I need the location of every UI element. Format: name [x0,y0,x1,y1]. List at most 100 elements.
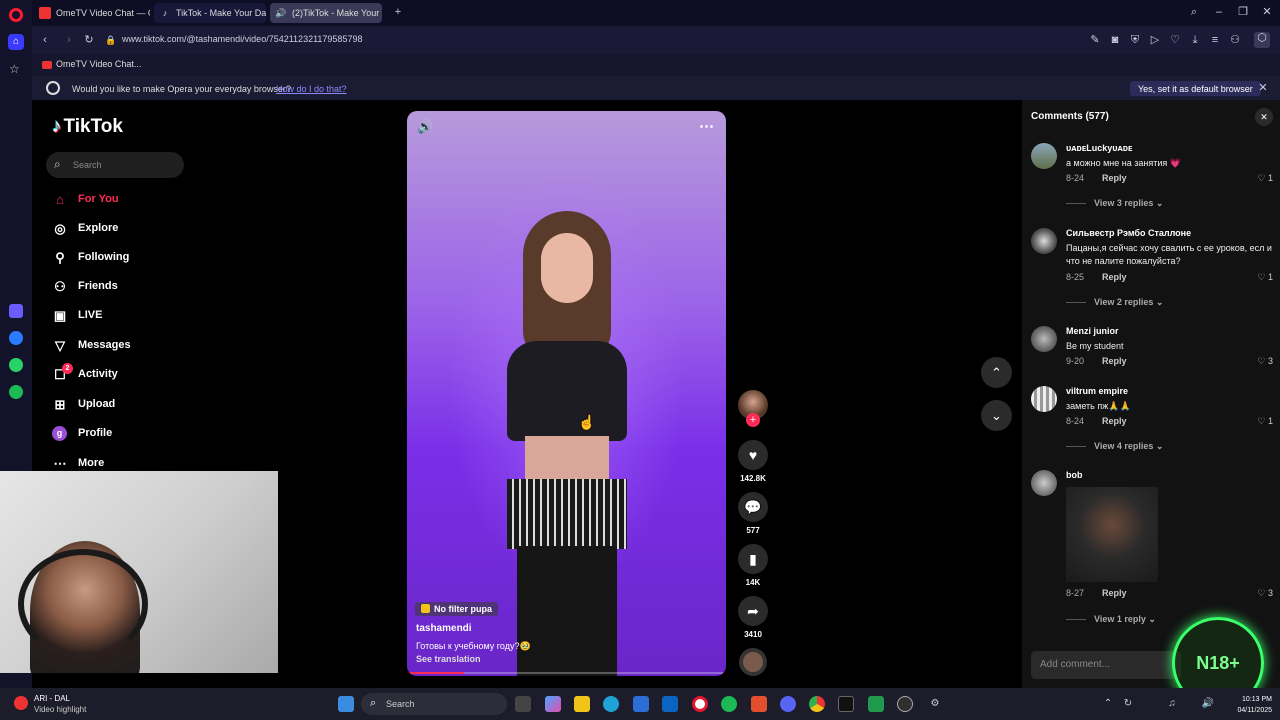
comment-reply-button[interactable]: Reply [1102,416,1127,426]
nav-profile[interactable]: g Profile [52,424,202,444]
add-comment-input[interactable]: Add comment... [1031,651,1181,679]
menu-icon[interactable]: ≡ [1208,34,1222,46]
volume-icon[interactable]: 🔊 [417,119,433,135]
share-action-icon[interactable]: ➦ [738,596,768,626]
opera-logo-icon[interactable] [9,8,23,22]
nav-friends[interactable]: ⚇ Friends [52,277,202,297]
tray-sync-icon[interactable]: ↻ [1120,696,1136,712]
windows-start-icon[interactable] [338,696,354,712]
video-username[interactable]: tashamendi [416,623,472,634]
settings-gear-icon[interactable]: ⚙ [927,696,943,712]
view-replies-link[interactable]: View 2 replies ⌄ [1066,297,1163,308]
new-tab-icon[interactable]: + [391,6,405,18]
see-translation-link[interactable]: See translation [416,654,481,664]
edge-icon[interactable] [603,696,619,712]
home-sidebar-icon[interactable]: ⌂ [8,34,24,50]
comment-username[interactable]: Сильвестр Рэмбо Сталлоне [1066,228,1191,238]
heart-icon[interactable]: ♡ [1168,34,1182,46]
comment-action[interactable]: 💬 577 [737,492,769,535]
view-replies-link[interactable]: View 3 replies ⌄ [1066,198,1163,209]
aria-icon[interactable] [9,304,23,318]
nav-messages[interactable]: ▽ Messages [52,336,202,356]
follow-plus-icon[interactable]: + [746,413,760,427]
nav-live[interactable]: ▣ LIVE [52,306,202,326]
comment-image[interactable] [1066,487,1158,582]
nav-for-you[interactable]: ⌂ For You [52,190,202,210]
next-video-button[interactable]: ⌄ [981,400,1012,431]
comment-like[interactable]: ♡ 1 [1257,416,1273,427]
comment-like[interactable]: ♡ 3 [1257,588,1273,599]
capcut-icon[interactable] [838,696,854,712]
comment-like[interactable]: ♡ 3 [1257,356,1273,367]
shield-icon[interactable]: ⛨ [1128,34,1142,46]
comment-username[interactable]: Menzi junior [1066,326,1119,336]
account-icon[interactable]: ⚇ [1228,34,1242,46]
comment-username[interactable]: ᴜᴀᴅᴇLuckyᴜᴀᴅᴇ [1066,143,1132,153]
weather-widget[interactable]: ARI - DAL Video highlight [14,694,134,716]
comment-avatar[interactable] [1031,228,1057,254]
comment-reply-button[interactable]: Reply [1102,588,1127,598]
copilot-icon[interactable] [545,696,561,712]
video-more-icon[interactable]: ⋯ [699,117,714,135]
opera-taskbar-icon[interactable] [692,696,708,712]
save-action[interactable]: ▮ 14K [737,544,769,587]
tray-volume-icon[interactable]: 🔊 [1200,696,1216,712]
nav-activity[interactable]: ☐ 2 Activity [52,363,202,385]
search-tabs-icon[interactable]: ⌕ [1187,6,1201,18]
messenger-icon[interactable] [9,331,23,345]
maximize-icon[interactable]: ❐ [1236,6,1250,18]
view-replies-link[interactable]: View 1 reply ⌄ [1066,614,1156,625]
tab-ometv[interactable]: OmeTV Video Chat — Or [34,3,150,23]
app-icon[interactable] [868,696,884,712]
comment-username[interactable]: viltrum empire [1066,386,1128,396]
reload-icon[interactable]: ↻ [82,34,96,46]
tab-tiktok-1[interactable]: ♪ TikTok - Make Your Day [154,3,266,23]
extensions-icon[interactable]: ⬡ [1254,32,1270,48]
comment-like[interactable]: ♡ 1 [1257,272,1273,283]
star-icon[interactable]: ☆ [9,62,20,76]
download-icon[interactable]: ⤓ [1188,34,1202,46]
infobar-link[interactable]: How do I do that? [276,84,347,94]
spotify-taskbar-icon[interactable] [721,696,737,712]
store-icon[interactable] [633,696,649,712]
video-player[interactable]: 🔊 ⋯ No filter pupa tashamendi Готовы к у… [407,111,726,676]
chrome-icon[interactable] [809,696,825,712]
tiktok-logo[interactable]: ♪ TikTok [52,116,123,138]
url-field[interactable]: www.tiktok.com/@tashamendi/video/7542112… [122,34,362,44]
effect-label[interactable]: No filter pupa [415,602,498,616]
comment-action-icon[interactable]: 💬 [738,492,768,522]
close-window-icon[interactable]: ✕ [1260,6,1274,18]
heart-action-icon[interactable]: ♥ [738,440,768,470]
spotify-icon[interactable] [9,385,23,399]
camera-icon[interactable]: ◙ [1108,34,1122,46]
obs-icon[interactable] [897,696,913,712]
comment-reply-button[interactable]: Reply [1102,272,1127,282]
play-icon[interactable]: ▷ [1148,34,1162,46]
close-comments-button[interactable]: ✕ [1255,108,1273,126]
outlook-icon[interactable] [662,696,678,712]
nav-explore[interactable]: ◎ Explore [52,219,202,239]
video-progress-track[interactable] [407,672,726,674]
comment-avatar[interactable] [1031,326,1057,352]
music-disc[interactable] [737,648,769,676]
comment-reply-button[interactable]: Reply [1102,173,1127,183]
discord-icon[interactable] [780,696,796,712]
tray-mic-icon[interactable]: ♫ [1164,696,1180,712]
comment-avatar[interactable] [1031,470,1057,496]
bookmark-ometv[interactable]: OmeTV Video Chat... [42,59,141,69]
minimize-icon[interactable]: – [1212,6,1226,18]
taskbar-clock[interactable]: 10:13 PM 04/11/2025 [1222,694,1272,716]
taskbar-search[interactable]: ⌕ Search [361,693,507,715]
tab-tiktok-2[interactable]: 🔊 (2)TikTok - Make Your [270,3,382,23]
infobar-close-icon[interactable]: ✕ [1256,82,1270,94]
brave-taskbar-icon[interactable] [751,696,767,712]
tiktok-search-input[interactable]: ⌕ Search [46,152,184,178]
whatsapp-icon[interactable] [9,358,23,372]
nav-upload[interactable]: ⊞ Upload [52,395,202,415]
comment-username[interactable]: bob [1066,470,1083,480]
previous-video-button[interactable]: ⌃ [981,357,1012,388]
like-action[interactable]: ♥ 142.8K [737,440,769,483]
file-explorer-icon[interactable] [574,696,590,712]
share-action[interactable]: ➦ 3410 [737,596,769,639]
task-view-icon[interactable] [515,696,531,712]
